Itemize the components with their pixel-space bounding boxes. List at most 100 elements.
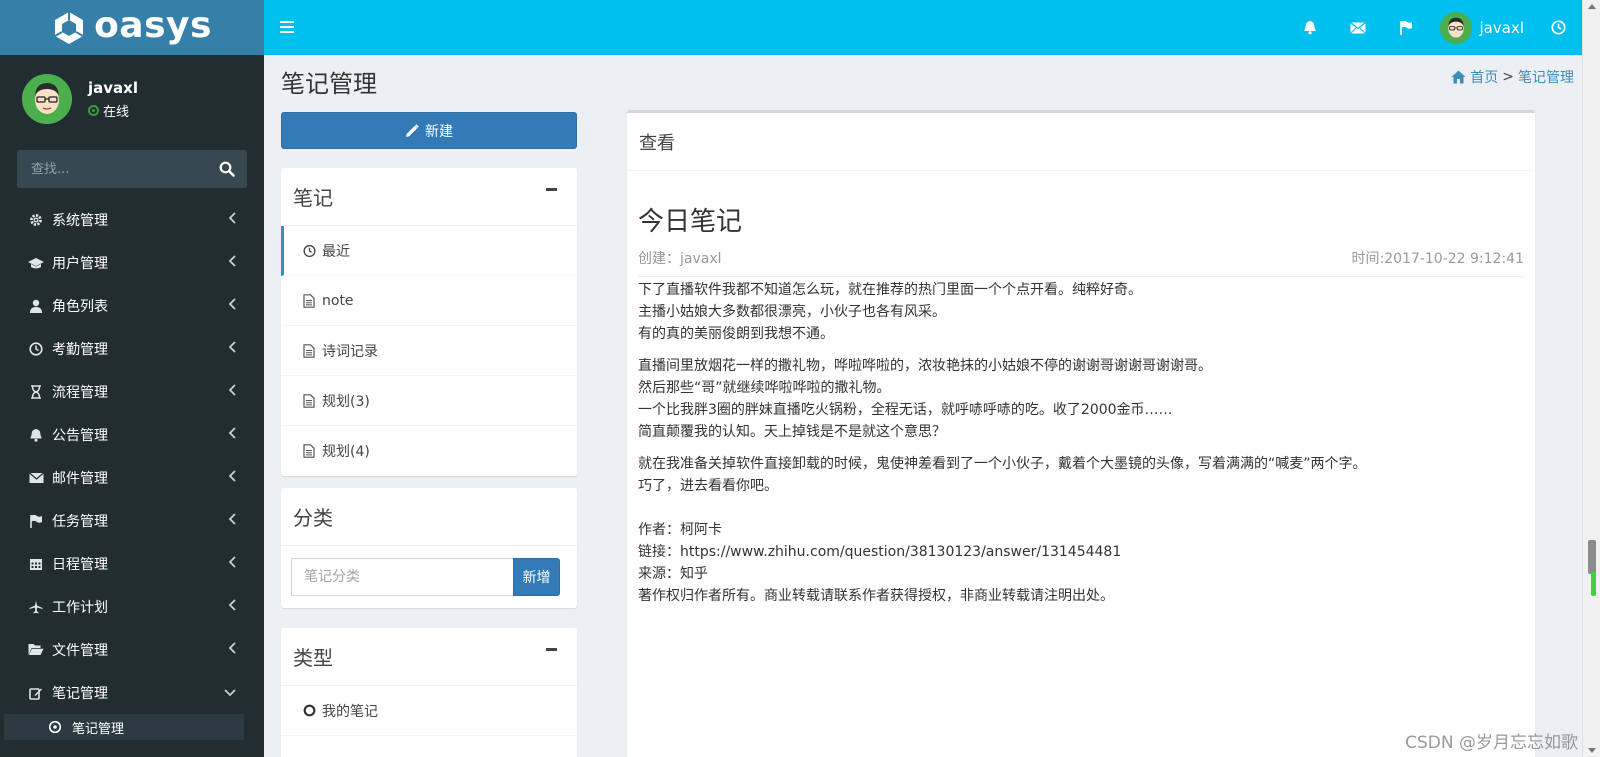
notes-box: 笔记 最近 note 诗词记录 规划(3) 规划(4) bbox=[281, 168, 577, 476]
chevron-left-icon bbox=[228, 254, 236, 271]
sidebar-item-schedule[interactable]: 日程管理 bbox=[0, 542, 264, 585]
notes-folder-label: 规划(4) bbox=[322, 444, 370, 460]
notes-box-title: 笔记 bbox=[293, 186, 333, 210]
notes-filter-recent[interactable]: 最近 bbox=[281, 226, 577, 276]
home-icon[interactable] bbox=[1451, 70, 1466, 84]
notifications-bell-icon[interactable] bbox=[1286, 0, 1334, 55]
chevron-left-icon bbox=[228, 340, 236, 357]
plane-icon bbox=[28, 599, 44, 615]
collapse-minus-icon[interactable] bbox=[546, 188, 557, 191]
page-scrollbar[interactable] bbox=[1582, 0, 1600, 757]
file-icon bbox=[303, 343, 316, 358]
note-line: 就在我准备关掉软件直接卸载的时候，鬼使神差看到了一个小伙子，戴着个大墨镜的头像，… bbox=[638, 456, 1367, 472]
clock-icon bbox=[303, 244, 316, 258]
sidebar-item-notes[interactable]: 笔记管理 bbox=[0, 671, 264, 714]
sidebar-item-label: 用户管理 bbox=[52, 255, 108, 272]
note-link[interactable]: 链接：https://www.zhihu.com/question/381301… bbox=[638, 541, 1524, 563]
sidebar-item-roles[interactable]: 角色列表 bbox=[0, 284, 264, 327]
breadcrumb: 首页 > 笔记管理 bbox=[1451, 67, 1574, 87]
user-icon bbox=[28, 298, 44, 314]
user-name: javaxl bbox=[88, 78, 138, 97]
notes-folder-plan-3[interactable]: 规划(3) bbox=[281, 376, 577, 426]
user-menu[interactable]: javaxl bbox=[1430, 0, 1534, 55]
notes-folder-plan-4[interactable]: 规划(4) bbox=[281, 426, 577, 476]
csdn-watermark: CSDN @岁月忘忘如歌 bbox=[1405, 733, 1578, 753]
pencil-icon bbox=[406, 123, 419, 137]
note-line: 巧了，进去看看你吧。 bbox=[638, 478, 778, 494]
calendar-icon bbox=[28, 556, 44, 572]
file-icon bbox=[303, 444, 316, 458]
type-item-label: 我的笔记 bbox=[322, 703, 378, 720]
note-line: 简直颠覆我的认知。天上掉钱是不是就这个意思？ bbox=[638, 424, 946, 440]
sidebar-item-users[interactable]: 用户管理 bbox=[0, 241, 264, 284]
sidebar-item-workplan[interactable]: 工作计划 bbox=[0, 585, 264, 628]
sidebar-item-mail[interactable]: 邮件管理 bbox=[0, 456, 264, 499]
sidebar-item-label: 公告管理 bbox=[52, 427, 108, 444]
messages-envelope-icon[interactable] bbox=[1334, 0, 1382, 55]
notes-folder-note[interactable]: note bbox=[281, 276, 577, 326]
sidebar: oasys javaxl 在线 查找... 系统管理 用户管理 角色列表 考勤管… bbox=[0, 0, 264, 757]
top-navbar: javaxl bbox=[264, 0, 1582, 55]
avatar bbox=[22, 74, 72, 124]
notes-folder-poems[interactable]: 诗词记录 bbox=[281, 326, 577, 376]
type-box-title: 类型 bbox=[293, 646, 333, 670]
scrollbar-thumb[interactable] bbox=[1588, 540, 1596, 574]
add-category-button[interactable]: 新增 bbox=[513, 558, 560, 596]
history-clock-icon[interactable] bbox=[1534, 0, 1582, 55]
note-creator: 创建：javaxl bbox=[638, 251, 722, 267]
note-line: 下了直播软件我都不知道怎么玩，就在推荐的热门里面一个个点开看。纯粹好奇。 bbox=[638, 282, 1142, 298]
notes-folder-label: 诗词记录 bbox=[322, 343, 378, 360]
circle-icon bbox=[303, 704, 316, 718]
collapse-minus-icon[interactable] bbox=[546, 648, 557, 651]
hourglass-icon bbox=[28, 384, 44, 400]
scroll-up-arrow-icon[interactable] bbox=[1588, 4, 1596, 9]
sidebar-item-tasks[interactable]: 任务管理 bbox=[0, 499, 264, 542]
note-view-box: 查看 今日笔记 创建：javaxl 时间:2017-10-22 9:12:41 … bbox=[627, 110, 1535, 757]
note-title: 今日笔记 bbox=[638, 207, 743, 237]
chevron-left-icon bbox=[228, 383, 236, 400]
sidebar-search-input[interactable] bbox=[31, 161, 219, 177]
menu-toggle-icon[interactable] bbox=[280, 19, 294, 37]
sidebar-item-files[interactable]: 文件管理 bbox=[0, 628, 264, 671]
scroll-down-arrow-icon[interactable] bbox=[1588, 748, 1596, 753]
note-line: 直播间里放烟花一样的撒礼物，哗啦哗啦的，浓妆艳抹的小姑娘不停的谢谢哥谢谢哥谢谢哥… bbox=[638, 358, 1212, 374]
user-status-label: 在线 bbox=[103, 104, 130, 120]
sidebar-item-label: 角色列表 bbox=[52, 298, 108, 315]
search-icon[interactable] bbox=[219, 161, 235, 177]
new-note-button[interactable]: 新建 bbox=[281, 112, 577, 149]
navbar-right: javaxl bbox=[1286, 0, 1582, 55]
breadcrumb-home[interactable]: 首页 bbox=[1470, 67, 1498, 87]
type-box: 类型 我的笔记 bbox=[281, 628, 577, 757]
category-box-title: 分类 bbox=[293, 506, 333, 530]
sidebar-menu: 系统管理 用户管理 角色列表 考勤管理 流程管理 公告管理 邮件管理 任务管理 … bbox=[0, 198, 264, 740]
envelope-icon bbox=[28, 470, 44, 486]
note-time: 时间:2017-10-22 9:12:41 bbox=[1351, 251, 1525, 267]
header-user-name: javaxl bbox=[1479, 18, 1524, 37]
sidebar-item-notice[interactable]: 公告管理 bbox=[0, 413, 264, 456]
note-view-header: 查看 bbox=[627, 113, 1535, 171]
note-paragraph: 就在我准备关掉软件直接卸载的时候，鬼使神差看到了一个小伙子，戴着个大墨镜的头像，… bbox=[638, 453, 1524, 497]
chevron-left-icon bbox=[228, 297, 236, 314]
notes-box-header: 笔记 bbox=[281, 168, 577, 226]
edit-icon bbox=[28, 685, 44, 701]
type-item-my-notes[interactable]: 我的笔记 bbox=[281, 686, 577, 736]
tasks-flag-icon[interactable] bbox=[1382, 0, 1430, 55]
new-note-button-label: 新建 bbox=[425, 123, 453, 140]
online-status-icon bbox=[88, 104, 99, 116]
app-logo[interactable]: oasys bbox=[0, 0, 264, 55]
sidebar-item-system[interactable]: 系统管理 bbox=[0, 198, 264, 241]
note-meta: 创建：javaxl 时间:2017-10-22 9:12:41 bbox=[638, 248, 1524, 277]
avatar-face-icon bbox=[22, 74, 72, 124]
category-box: 分类 新增 bbox=[281, 488, 577, 608]
notes-filter-label: 最近 bbox=[322, 243, 350, 260]
breadcrumb-current[interactable]: 笔记管理 bbox=[1518, 67, 1574, 87]
sidebar-subitem-notes[interactable]: 笔记管理 bbox=[4, 714, 244, 740]
notes-folder-label: note bbox=[322, 292, 354, 309]
content-wrapper: 笔记管理 首页 > 笔记管理 新建 笔记 最近 note 诗词记录 规划(3) bbox=[264, 55, 1582, 757]
sidebar-item-attendance[interactable]: 考勤管理 bbox=[0, 327, 264, 370]
chevron-left-icon bbox=[228, 641, 236, 658]
notes-folder-label: 规划(3) bbox=[322, 393, 370, 410]
category-input[interactable] bbox=[291, 558, 513, 596]
sidebar-item-process[interactable]: 流程管理 bbox=[0, 370, 264, 413]
chevron-left-icon bbox=[228, 512, 236, 529]
